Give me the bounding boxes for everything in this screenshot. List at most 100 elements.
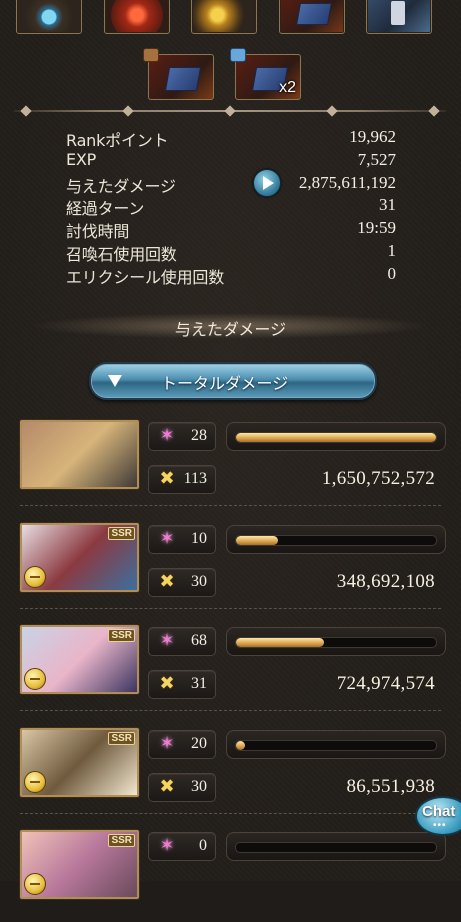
stat-label: 与えたダメージ <box>66 176 176 196</box>
row-separator <box>20 812 441 815</box>
rarity-badge: SSR <box>108 526 135 540</box>
stat-value: 31 <box>379 195 396 215</box>
star-count-box: ✶ 68 <box>148 627 216 656</box>
stat-rank-points: Rankポイント 19,962 <box>66 127 396 150</box>
charge-attack-count: 31 <box>191 675 207 692</box>
stat-summon-uses: 召喚石使用回数 1 <box>66 241 396 264</box>
row-separator <box>20 607 441 610</box>
gauge-fill <box>236 535 278 545</box>
star-count-box: ✶ 20 <box>148 729 216 759</box>
stat-value: 2,875,611,192 <box>298 172 396 192</box>
member-damage-value: 86,551,938 <box>346 775 435 797</box>
chat-dots: ••• <box>433 820 447 831</box>
member-damage-value: 348,692,108 <box>336 570 435 592</box>
reward-chest-icon[interactable] <box>104 0 170 34</box>
damage-share-gauge <box>226 729 446 759</box>
character-portrait[interactable]: SSR <box>20 522 139 592</box>
play-icon[interactable] <box>253 168 281 197</box>
damage-share-gauge <box>226 524 446 554</box>
stat-label: 召喚石使用回数 <box>66 244 177 264</box>
star-count: 20 <box>191 734 207 752</box>
character-portrait[interactable]: SSR <box>20 625 139 694</box>
charge-attack-count: 30 <box>191 777 207 795</box>
stat-label: 討伐時間 <box>66 222 130 242</box>
star-count-box: ✶ 0 <box>148 832 216 861</box>
row-separator <box>20 710 441 712</box>
stat-value: 7,527 <box>357 149 396 169</box>
stat-label: Rankポイント <box>66 131 169 150</box>
stat-exp: EXP 7,527 <box>66 150 396 173</box>
stat-value: 0 <box>387 263 397 283</box>
charge-attack-count-box: ✖ 31 <box>148 670 216 699</box>
chat-label: Chat <box>422 803 456 820</box>
stat-elixir-uses: エリクシール使用回数 0 <box>66 264 396 287</box>
reward-row-top <box>0 0 461 34</box>
damage-section-title: 与えたダメージ <box>174 320 287 339</box>
pink-star-icon: ✶ <box>159 732 175 754</box>
star-count: 28 <box>191 427 207 444</box>
pink-star-icon: ✶ <box>159 425 175 446</box>
member-damage-value: 724,974,574 <box>336 673 435 694</box>
reward-book-icon[interactable] <box>143 48 214 100</box>
reward-orb-icon[interactable] <box>16 0 82 34</box>
stat-value: 19:59 <box>357 218 396 238</box>
party-member-row: SSR ✶ 10 ✖ 30 348,692,108 <box>20 522 447 615</box>
party-member-row: SSR ✶ 20 ✖ 30 86,551,938 <box>20 727 447 820</box>
charge-attack-count-box: ✖ 113 <box>148 465 216 494</box>
star-count-box: ✶ 10 <box>148 524 216 554</box>
stat-value: 19,962 <box>349 127 396 146</box>
damage-share-gauge <box>226 832 446 861</box>
pink-star-icon: ✶ <box>159 527 175 549</box>
row-separator <box>20 505 441 507</box>
stat-label: 経過ターン <box>66 199 145 219</box>
element-coin-icon <box>24 565 46 588</box>
reward-book-icon[interactable] <box>279 0 345 34</box>
ornamental-divider <box>14 105 446 117</box>
stat-damage-dealt: 与えたダメージ 2,875,611,192 <box>66 168 396 197</box>
character-portrait[interactable] <box>20 420 139 489</box>
reward-hammer-icon[interactable] <box>366 0 432 34</box>
gauge-fill <box>236 740 245 750</box>
damage-type-dropdown[interactable]: トータルダメージ <box>89 362 377 400</box>
red-chest-icon <box>143 48 159 62</box>
gauge-fill <box>236 433 436 442</box>
element-coin-icon <box>24 668 46 690</box>
battle-stats: Rankポイント 19,962 EXP 7,527 与えたダメージ 2,875,… <box>66 127 396 287</box>
reward-drops-icon[interactable] <box>191 0 257 34</box>
stat-value: 1 <box>387 240 397 260</box>
stat-label: EXP <box>66 149 97 169</box>
dropdown-label: トータルダメージ <box>161 374 289 393</box>
charge-attack-icon: ✖ <box>159 673 175 694</box>
party-member-row: ✶ 28 ✖ 113 1,650,752,572 <box>20 420 447 512</box>
rarity-badge: SSR <box>108 834 135 847</box>
rarity-badge: SSR <box>108 629 135 642</box>
element-coin-icon <box>24 873 46 895</box>
member-damage-value: 1,650,752,572 <box>321 468 435 489</box>
star-count: 0 <box>199 837 207 854</box>
damage-share-gauge <box>226 627 446 656</box>
reward-count: x2 <box>279 79 296 96</box>
charge-attack-count-box: ✖ 30 <box>148 772 216 802</box>
charge-attack-count: 30 <box>191 572 207 590</box>
blue-chest-icon <box>230 48 246 62</box>
element-coin-icon <box>24 770 46 793</box>
star-count: 10 <box>191 529 207 547</box>
party-member-row: SSR ✶ 0 <box>20 830 447 922</box>
party-member-row: SSR ✶ 68 ✖ 31 724,974,574 <box>20 625 447 717</box>
gauge-fill <box>236 638 324 647</box>
chevron-down-icon <box>108 375 122 387</box>
stat-label: エリクシール使用回数 <box>66 267 225 287</box>
reward-book-icon[interactable]: x2 <box>230 48 301 100</box>
stat-turns: 経過ターン 31 <box>66 195 396 218</box>
charge-attack-icon: ✖ <box>159 775 175 797</box>
rarity-badge: SSR <box>108 731 135 745</box>
charge-attack-icon: ✖ <box>159 570 175 592</box>
charge-attack-count-box: ✖ 30 <box>148 567 216 597</box>
charge-attack-icon: ✖ <box>159 468 175 489</box>
star-count-box: ✶ 28 <box>148 422 216 451</box>
character-portrait[interactable]: SSR <box>20 727 139 797</box>
character-portrait[interactable]: SSR <box>20 830 139 899</box>
star-count: 68 <box>191 632 207 649</box>
damage-share-gauge <box>226 422 446 451</box>
charge-attack-count: 113 <box>183 470 207 487</box>
